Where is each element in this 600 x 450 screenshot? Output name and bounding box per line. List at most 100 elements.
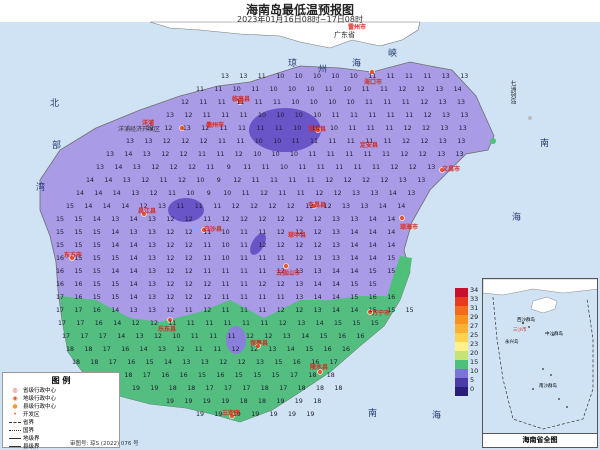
temp-value: 14 — [111, 229, 119, 236]
inset-svg — [483, 279, 597, 430]
temp-value: 12 — [161, 151, 169, 158]
temp-value: 12 — [203, 281, 211, 288]
temp-value: 13 — [283, 333, 291, 340]
temp-value: 14 — [369, 242, 377, 249]
temp-value: 12 — [181, 99, 189, 106]
temp-value: 11 — [240, 242, 248, 249]
temp-value: 13 — [440, 125, 448, 132]
temp-value: 13 — [143, 151, 151, 158]
temp-value: 12 — [277, 281, 285, 288]
temp-value: 13 — [435, 86, 443, 93]
color-scale-label: 20 — [470, 349, 479, 357]
temp-value: 14 — [111, 242, 119, 249]
temp-value: 18 — [72, 359, 80, 366]
temp-value: 18 — [84, 346, 92, 353]
temp-value: 10 — [222, 242, 230, 249]
temp-value: 12 — [178, 177, 186, 184]
temp-value: 10 — [273, 138, 281, 145]
temp-value: 11 — [195, 203, 203, 210]
temp-value: 17 — [206, 385, 214, 392]
temp-value: 16 — [56, 255, 64, 262]
temp-value: 11 — [258, 229, 266, 236]
temp-value: 17 — [143, 372, 151, 379]
legend-item: • 开发区 — [3, 410, 119, 419]
temp-value: 9 — [227, 164, 231, 171]
inset-label: 西沙群岛 — [517, 318, 535, 323]
temp-value: 16 — [56, 268, 64, 275]
temp-value: 12 — [277, 242, 285, 249]
city-lingshui: 陵水县 — [310, 364, 329, 371]
color-scale-swatch — [455, 324, 468, 333]
temp-value: 10 — [186, 190, 194, 197]
temp-value: 14 — [130, 281, 138, 288]
temp-value: 14 — [314, 281, 322, 288]
temp-value: 11 — [325, 86, 333, 93]
qizhou-islands — [490, 138, 496, 144]
temp-value: 12 — [258, 281, 266, 288]
temp-value: 12 — [295, 307, 303, 314]
temp-value: 12 — [166, 268, 174, 275]
temp-value: 11 — [218, 138, 226, 145]
inset-label: 永兴岛 — [505, 340, 519, 345]
temp-value: 15 — [56, 229, 64, 236]
temp-value: 13 — [96, 164, 104, 171]
temp-value: 19 — [132, 385, 140, 392]
line-icon — [9, 421, 21, 423]
temp-value: 12 — [260, 190, 268, 197]
temp-value: 14 — [332, 294, 340, 301]
line-icon — [9, 429, 21, 431]
temp-value: 14 — [316, 320, 324, 327]
temp-value: 10 — [290, 151, 298, 158]
temp-value: 18 — [258, 398, 266, 405]
temp-value: 12 — [240, 216, 248, 223]
temp-value: 14 — [121, 203, 129, 210]
temp-value: 13 — [427, 164, 435, 171]
temp-value: 16 — [127, 359, 135, 366]
temp-value: 12 — [185, 255, 193, 262]
temp-value: 11 — [216, 151, 224, 158]
temp-value: 12 — [203, 294, 211, 301]
temp-value: 11 — [214, 86, 222, 93]
temp-value: 10 — [280, 164, 288, 171]
color-scale-label: 33 — [470, 295, 479, 303]
temp-value: 13 — [342, 203, 350, 210]
temp-value: 11 — [195, 346, 203, 353]
temp-value: 14 — [76, 190, 84, 197]
temp-value: 13 — [417, 177, 425, 184]
temp-value: 11 — [240, 281, 248, 288]
temp-value: 18 — [316, 385, 324, 392]
temp-value: 12 — [314, 242, 322, 249]
temp-value: 11 — [213, 346, 221, 353]
temp-value: 13 — [136, 333, 144, 340]
temp-value: 14 — [113, 320, 121, 327]
temp-value: 12 — [188, 164, 196, 171]
temp-value: 13 — [201, 359, 209, 366]
temp-value: 11 — [402, 99, 410, 106]
temp-value: 16 — [56, 281, 64, 288]
temp-value: 11 — [185, 307, 193, 314]
temp-value: 13 — [314, 268, 322, 275]
temp-value: 14 — [369, 255, 377, 262]
temp-value: 14 — [387, 229, 395, 236]
temp-value: 15 — [93, 281, 101, 288]
temp-value: 11 — [387, 112, 395, 119]
temp-value: 10 — [310, 99, 318, 106]
temp-value: 11 — [251, 86, 259, 93]
temp-value: 12 — [420, 138, 428, 145]
legend-label: 省界 — [23, 420, 35, 426]
temp-value: 11 — [191, 333, 199, 340]
sea-char: 海 — [432, 411, 442, 421]
temp-value: 15 — [334, 320, 342, 327]
temp-value: 10 — [270, 86, 278, 93]
legend-label: 县级行政中心 — [23, 404, 57, 410]
color-scale-label: 31 — [470, 304, 479, 312]
sea-char: 南 — [540, 139, 550, 149]
temp-value: 11 — [196, 86, 204, 93]
temp-value: 12 — [258, 242, 266, 249]
temp-value: 15 — [198, 372, 206, 379]
temp-value: 14 — [301, 333, 309, 340]
temp-value: 17 — [109, 359, 117, 366]
temp-value: 11 — [236, 138, 244, 145]
temp-value: 12 — [380, 177, 388, 184]
temp-value: 15 — [369, 268, 377, 275]
